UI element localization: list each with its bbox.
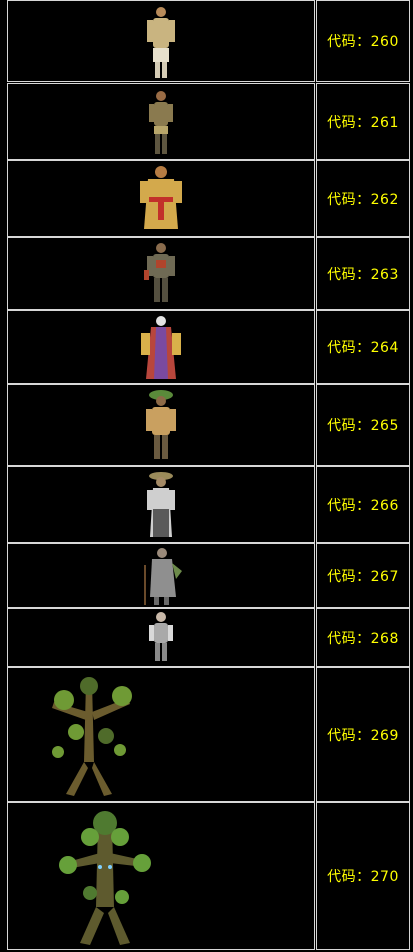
character-image-cell	[7, 83, 315, 160]
code-cell: 代码：267	[316, 543, 410, 608]
character-code: 代码：269	[327, 727, 399, 744]
character-code: 代码：268	[327, 630, 399, 647]
human-figure-white-robe-icon	[147, 472, 175, 537]
character-code: 代码：266	[327, 497, 399, 514]
character-image-cell	[7, 802, 315, 950]
code-cell: 代码：266	[316, 466, 410, 543]
character-image-cell	[7, 160, 315, 237]
human-figure-armored-icon	[144, 243, 175, 302]
code-cell: 代码：264	[316, 310, 410, 384]
character-code: 代码：262	[327, 191, 399, 208]
character-code: 代码：263	[327, 266, 399, 283]
human-figure-red-robe-icon	[141, 316, 181, 379]
code-cell: 代码：263	[316, 237, 410, 310]
character-code: 代码：265	[327, 418, 399, 434]
table-row: 代码：265	[7, 384, 410, 466]
human-figure-small-white-icon	[149, 612, 173, 661]
treant-figure-icon	[52, 677, 132, 796]
table-row: 代码：264	[7, 310, 410, 384]
table-row: 代码：263	[7, 237, 410, 310]
character-code: 代码：270	[327, 869, 399, 885]
character-image-cell	[7, 384, 315, 466]
character-image-cell	[7, 237, 315, 310]
code-cell: 代码：262	[316, 160, 410, 237]
human-figure-gold-robe-icon	[140, 166, 182, 229]
human-figure-dark-tunic-icon	[149, 91, 173, 154]
character-image-cell	[7, 543, 315, 608]
character-code: 代码：267	[327, 568, 399, 585]
table-row: 代码：260	[7, 0, 410, 82]
character-image-cell	[7, 608, 315, 667]
character-image-cell	[7, 667, 315, 802]
treant-figure-large-icon	[59, 811, 151, 945]
code-cell: 代码：270	[316, 802, 410, 950]
code-cell: 代码：268	[316, 608, 410, 667]
table-row: 代码：268	[7, 608, 410, 667]
character-image-cell	[7, 0, 315, 82]
character-image-cell	[7, 310, 315, 384]
character-image-cell	[7, 466, 315, 543]
character-code: 代码：264	[327, 340, 399, 356]
human-figure-leaf-hat-icon	[146, 390, 176, 459]
human-figure-tan-robe-icon	[147, 7, 175, 78]
code-cell: 代码：261	[316, 83, 410, 160]
table-row: 代码：269	[7, 667, 410, 802]
human-figure-elder-cane-icon	[144, 548, 182, 605]
code-cell: 代码：260	[316, 0, 410, 82]
table-row: 代码：267	[7, 543, 410, 608]
table-row: 代码：261	[7, 83, 410, 160]
table-row: 代码：266	[7, 466, 410, 543]
character-code: 代码：260	[327, 34, 399, 50]
code-cell: 代码：265	[316, 384, 410, 466]
code-cell: 代码：269	[316, 667, 410, 802]
table-row: 代码：270	[7, 802, 410, 950]
table-row: 代码：262	[7, 160, 410, 237]
character-code: 代码：261	[327, 114, 399, 131]
